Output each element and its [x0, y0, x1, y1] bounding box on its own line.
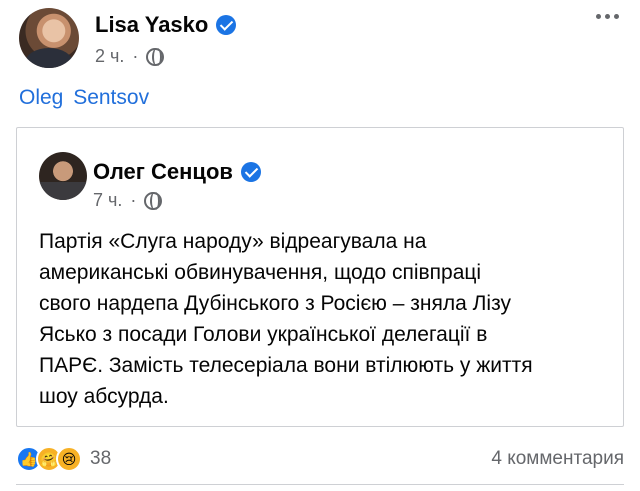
- shared-post-text: Партія «Слуга народу» відреагувала на ам…: [39, 230, 533, 408]
- post-header: Lisa Yasko 2 ч. ·: [19, 4, 619, 70]
- shared-author-row: Олег Сенцов: [93, 159, 261, 185]
- verified-badge-icon: [216, 15, 237, 35]
- globe-icon[interactable]: [144, 191, 163, 210]
- tagged-person-link[interactable]: Oleg Sentsov: [19, 86, 149, 110]
- shared-post-time[interactable]: 7 ч.: [93, 190, 122, 211]
- post-footer: 👍 🤗 😢 38 4 комментария: [16, 446, 624, 476]
- shared-post-card[interactable]: Олег Сенцов 7 ч. · Партія «Слуга народу»…: [16, 127, 624, 427]
- shared-post-meta: 7 ч. ·: [93, 190, 163, 211]
- footer-divider: [16, 484, 624, 485]
- post-time[interactable]: 2 ч.: [95, 46, 124, 67]
- reaction-count: 38: [90, 448, 112, 469]
- shared-author-avatar[interactable]: [39, 152, 87, 200]
- author-avatar[interactable]: [19, 8, 79, 68]
- verified-badge-icon: [240, 162, 261, 182]
- author-row: Lisa Yasko: [95, 12, 237, 38]
- more-options-icon[interactable]: [596, 14, 619, 19]
- globe-icon[interactable]: [146, 47, 165, 66]
- shared-author-name[interactable]: Олег Сенцов: [93, 159, 233, 185]
- meta-separator: ·: [132, 46, 139, 66]
- comments-count-link[interactable]: 4 комментария: [491, 448, 624, 470]
- reactions-summary[interactable]: 👍 🤗 😢 38: [16, 446, 111, 472]
- post-meta: 2 ч. ·: [95, 46, 165, 67]
- author-name[interactable]: Lisa Yasko: [95, 12, 208, 38]
- sad-icon: 😢: [56, 446, 82, 472]
- meta-separator: ·: [130, 190, 137, 210]
